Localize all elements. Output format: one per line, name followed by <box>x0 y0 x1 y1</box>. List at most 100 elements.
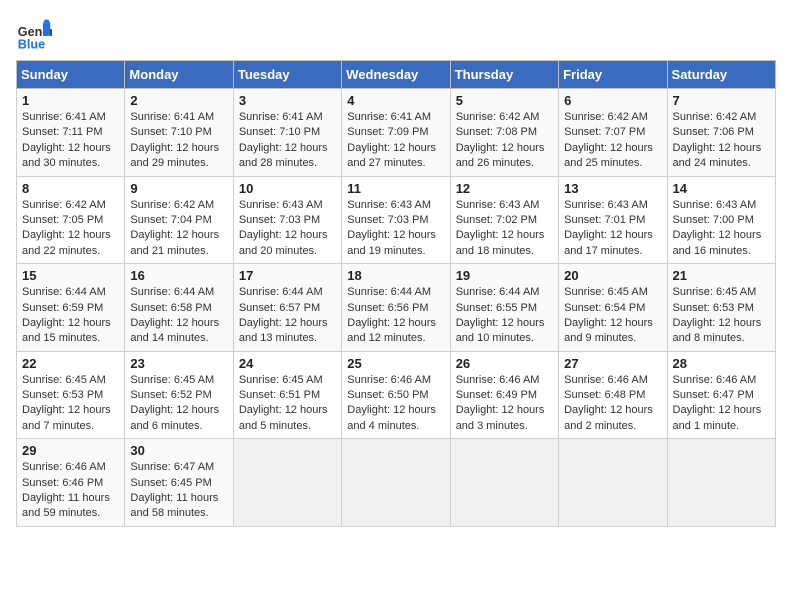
day-cell: 11Sunrise: 6:43 AM Sunset: 7:03 PM Dayli… <box>342 176 450 264</box>
week-row-4: 22 Sunrise: 6:45 AM Sunset: 6:53 PM Dayli… <box>17 351 776 439</box>
day-info: Sunrise: 6:41 AM Sunset: 7:09 PM Dayligh… <box>347 110 444 172</box>
col-header-sunday: Sunday <box>17 61 125 89</box>
logo-icon: General Blue <box>16 16 52 52</box>
day-number: 9 <box>130 181 227 196</box>
day-info: Sunrise: 6:41 AM Sunset: 7:10 PM Dayligh… <box>130 110 227 172</box>
day-cell: 14 Sunrise: 6:43 AM Sunset: 7:00 PM Dayli… <box>667 176 775 264</box>
day-number: 8 <box>22 181 119 196</box>
day-cell: 10 Sunrise: 6:43 AM Sunset: 7:03 PM Dayli… <box>233 176 341 264</box>
day-info: Sunrise: 6:44 AM Sunset: 6:56 PM Dayligh… <box>347 285 444 347</box>
day-info: Sunrise: 6:42 AM Sunset: 7:06 PM Dayligh… <box>673 110 770 172</box>
day-cell <box>559 439 667 527</box>
day-number: 29 <box>22 443 119 458</box>
day-info: Sunrise: 6:42 AM Sunset: 7:07 PM Dayligh… <box>564 110 661 172</box>
day-number: 14 <box>673 181 770 196</box>
day-info: Sunrise: 6:44 AM Sunset: 6:55 PM Dayligh… <box>456 285 553 347</box>
day-cell: 13 Sunrise: 6:43 AM Sunset: 7:01 PM Dayli… <box>559 176 667 264</box>
day-number: 6 <box>564 93 661 108</box>
day-info: Sunrise: 6:46 AM Sunset: 6:49 PM Dayligh… <box>456 373 553 435</box>
day-info: Sunrise: 6:45 AM Sunset: 6:54 PM Dayligh… <box>564 285 661 347</box>
day-number: 23 <box>130 356 227 371</box>
day-number: 18 <box>347 268 444 283</box>
day-cell <box>233 439 341 527</box>
day-cell: 6 Sunrise: 6:42 AM Sunset: 7:07 PM Daylig… <box>559 89 667 177</box>
day-number: 30 <box>130 443 227 458</box>
day-number: 24 <box>239 356 336 371</box>
day-cell: 24 Sunrise: 6:45 AM Sunset: 6:51 PM Dayli… <box>233 351 341 439</box>
day-info: Sunrise: 6:44 AM Sunset: 6:58 PM Dayligh… <box>130 285 227 347</box>
calendar-table: SundayMondayTuesdayWednesdayThursdayFrid… <box>16 60 776 527</box>
day-cell: 23 Sunrise: 6:45 AM Sunset: 6:52 PM Dayli… <box>125 351 233 439</box>
day-cell: 16 Sunrise: 6:44 AM Sunset: 6:58 PM Dayli… <box>125 264 233 352</box>
day-info: Sunrise: 6:46 AM Sunset: 6:50 PM Dayligh… <box>347 373 444 435</box>
col-header-thursday: Thursday <box>450 61 558 89</box>
day-cell: 12 Sunrise: 6:43 AM Sunset: 7:02 PM Dayli… <box>450 176 558 264</box>
calendar-header-row: SundayMondayTuesdayWednesdayThursdayFrid… <box>17 61 776 89</box>
week-row-1: 1 Sunrise: 6:41 AM Sunset: 7:11 PM Daylig… <box>17 89 776 177</box>
day-cell: 21 Sunrise: 6:45 AM Sunset: 6:53 PM Dayli… <box>667 264 775 352</box>
day-number: 28 <box>673 356 770 371</box>
day-info: Sunrise: 6:45 AM Sunset: 6:52 PM Dayligh… <box>130 373 227 435</box>
day-cell: 20 Sunrise: 6:45 AM Sunset: 6:54 PM Dayli… <box>559 264 667 352</box>
week-row-3: 15Sunrise: 6:44 AM Sunset: 6:59 PM Dayli… <box>17 264 776 352</box>
day-number: 11 <box>347 181 444 196</box>
day-cell <box>667 439 775 527</box>
day-cell: 5 Sunrise: 6:42 AM Sunset: 7:08 PM Daylig… <box>450 89 558 177</box>
day-cell: 4 Sunrise: 6:41 AM Sunset: 7:09 PM Daylig… <box>342 89 450 177</box>
day-number: 3 <box>239 93 336 108</box>
col-header-saturday: Saturday <box>667 61 775 89</box>
day-cell <box>342 439 450 527</box>
day-number: 19 <box>456 268 553 283</box>
day-cell <box>450 439 558 527</box>
day-cell: 3 Sunrise: 6:41 AM Sunset: 7:10 PM Daylig… <box>233 89 341 177</box>
day-number: 10 <box>239 181 336 196</box>
day-number: 7 <box>673 93 770 108</box>
week-row-2: 8Sunrise: 6:42 AM Sunset: 7:05 PM Daylig… <box>17 176 776 264</box>
day-info: Sunrise: 6:47 AM Sunset: 6:45 PM Dayligh… <box>130 460 227 522</box>
day-info: Sunrise: 6:42 AM Sunset: 7:08 PM Dayligh… <box>456 110 553 172</box>
week-row-5: 29 Sunrise: 6:46 AM Sunset: 6:46 PM Dayli… <box>17 439 776 527</box>
col-header-monday: Monday <box>125 61 233 89</box>
svg-text:Blue: Blue <box>18 37 45 51</box>
day-info: Sunrise: 6:41 AM Sunset: 7:10 PM Dayligh… <box>239 110 336 172</box>
day-cell: 7 Sunrise: 6:42 AM Sunset: 7:06 PM Daylig… <box>667 89 775 177</box>
day-info: Sunrise: 6:45 AM Sunset: 6:53 PM Dayligh… <box>673 285 770 347</box>
day-info: Sunrise: 6:46 AM Sunset: 6:47 PM Dayligh… <box>673 373 770 435</box>
day-cell: 28 Sunrise: 6:46 AM Sunset: 6:47 PM Dayli… <box>667 351 775 439</box>
col-header-friday: Friday <box>559 61 667 89</box>
day-number: 13 <box>564 181 661 196</box>
day-cell: 1 Sunrise: 6:41 AM Sunset: 7:11 PM Daylig… <box>17 89 125 177</box>
day-number: 17 <box>239 268 336 283</box>
day-number: 16 <box>130 268 227 283</box>
day-info: Sunrise: 6:45 AM Sunset: 6:53 PM Dayligh… <box>22 373 119 435</box>
logo: General Blue <box>16 16 58 52</box>
day-info: Sunrise: 6:43 AM Sunset: 7:03 PM Dayligh… <box>239 198 336 260</box>
page-header: General Blue <box>16 16 776 52</box>
day-number: 22 <box>22 356 119 371</box>
day-info: Sunrise: 6:43 AM Sunset: 7:02 PM Dayligh… <box>456 198 553 260</box>
day-info: Sunrise: 6:45 AM Sunset: 6:51 PM Dayligh… <box>239 373 336 435</box>
day-info: Sunrise: 6:44 AM Sunset: 6:57 PM Dayligh… <box>239 285 336 347</box>
day-cell: 17 Sunrise: 6:44 AM Sunset: 6:57 PM Dayli… <box>233 264 341 352</box>
day-number: 15 <box>22 268 119 283</box>
day-cell: 22 Sunrise: 6:45 AM Sunset: 6:53 PM Dayli… <box>17 351 125 439</box>
day-number: 5 <box>456 93 553 108</box>
day-number: 4 <box>347 93 444 108</box>
day-number: 20 <box>564 268 661 283</box>
day-number: 21 <box>673 268 770 283</box>
day-info: Sunrise: 6:43 AM Sunset: 7:00 PM Dayligh… <box>673 198 770 260</box>
day-number: 27 <box>564 356 661 371</box>
col-header-wednesday: Wednesday <box>342 61 450 89</box>
day-cell: 25 Sunrise: 6:46 AM Sunset: 6:50 PM Dayli… <box>342 351 450 439</box>
day-cell: 19 Sunrise: 6:44 AM Sunset: 6:55 PM Dayli… <box>450 264 558 352</box>
day-number: 25 <box>347 356 444 371</box>
day-info: Sunrise: 6:41 AM Sunset: 7:11 PM Dayligh… <box>22 110 119 172</box>
day-cell: 30 Sunrise: 6:47 AM Sunset: 6:45 PM Dayli… <box>125 439 233 527</box>
day-number: 12 <box>456 181 553 196</box>
day-number: 1 <box>22 93 119 108</box>
day-info: Sunrise: 6:46 AM Sunset: 6:46 PM Dayligh… <box>22 460 119 522</box>
day-info: Sunrise: 6:46 AM Sunset: 6:48 PM Dayligh… <box>564 373 661 435</box>
day-info: Sunrise: 6:43 AM Sunset: 7:01 PM Dayligh… <box>564 198 661 260</box>
day-cell: 29 Sunrise: 6:46 AM Sunset: 6:46 PM Dayli… <box>17 439 125 527</box>
day-cell: 26Sunrise: 6:46 AM Sunset: 6:49 PM Dayli… <box>450 351 558 439</box>
